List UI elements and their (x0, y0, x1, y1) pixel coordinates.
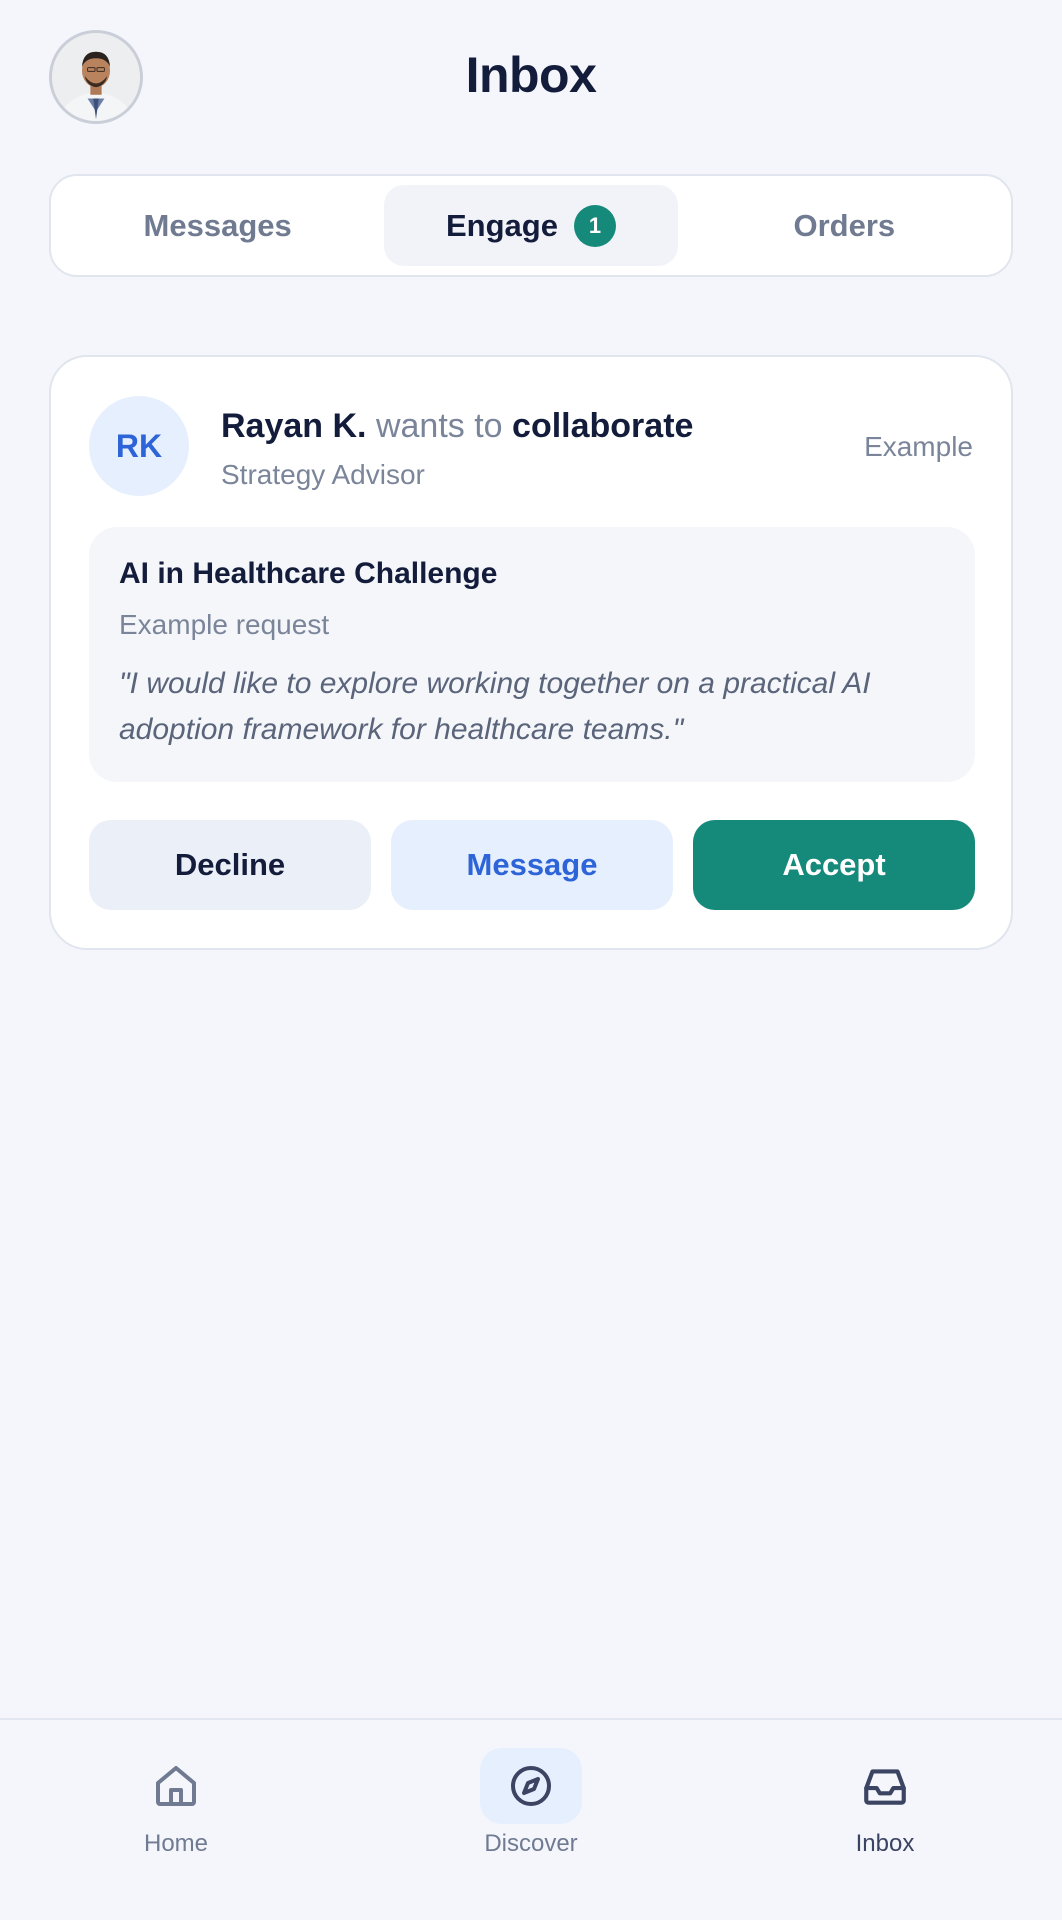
bottom-navigation: Home Discover Inbox (0, 1718, 1062, 1920)
tab-engage[interactable]: Engage 1 (384, 185, 678, 266)
message-button[interactable]: Message (391, 820, 673, 910)
accept-button[interactable]: Accept (693, 820, 975, 910)
nav-icon-container (834, 1748, 936, 1824)
request-quote: "I would like to explore working togethe… (119, 667, 871, 746)
nav-home[interactable]: Home (86, 1748, 266, 1858)
nav-label: Inbox (855, 1830, 915, 1857)
tab-label: Messages (143, 207, 292, 243)
nav-icon-container (125, 1748, 227, 1824)
example-tag: Example (864, 431, 973, 462)
tab-label: Orders (793, 207, 896, 243)
nav-discover[interactable]: Discover (441, 1748, 621, 1858)
collaboration-request-card: RK Rayan K. wants to collaborate Strateg… (49, 355, 1013, 950)
request-headline: Rayan K. wants to collaborate (221, 407, 693, 446)
request-details: AI in Healthcare Challenge Example reque… (89, 527, 975, 782)
home-icon (156, 1766, 196, 1806)
sender-name[interactable]: Rayan K. (221, 407, 367, 445)
tab-orders[interactable]: Orders (698, 185, 991, 266)
count-badge: 1 (573, 204, 616, 247)
request-action: collaborate (512, 407, 694, 445)
nav-inbox[interactable]: Inbox (795, 1748, 975, 1858)
tab-label: Engage (446, 207, 558, 243)
request-title: AI in Healthcare Challenge (119, 557, 498, 590)
nav-icon-container (480, 1748, 582, 1824)
sender-role: Strategy Advisor (221, 459, 425, 490)
page-title: Inbox (465, 47, 597, 103)
decline-button[interactable]: Decline (89, 820, 371, 910)
nav-label: Discover (484, 1830, 578, 1857)
compass-icon (511, 1766, 551, 1806)
sender-initials-avatar: RK (89, 396, 189, 496)
tab-messages[interactable]: Messages (71, 185, 364, 266)
request-subtitle: Example request (119, 609, 330, 640)
inbox-tabs: Messages Engage 1 Orders (49, 174, 1013, 277)
request-actions: Decline Message Accept (89, 820, 975, 910)
nav-label: Home (143, 1830, 209, 1857)
inbox-screen: Inbox Messages Engage 1 Orders RK Rayan … (0, 0, 1062, 1920)
request-verb: wants to (375, 407, 503, 445)
inbox-icon (864, 1769, 906, 1805)
